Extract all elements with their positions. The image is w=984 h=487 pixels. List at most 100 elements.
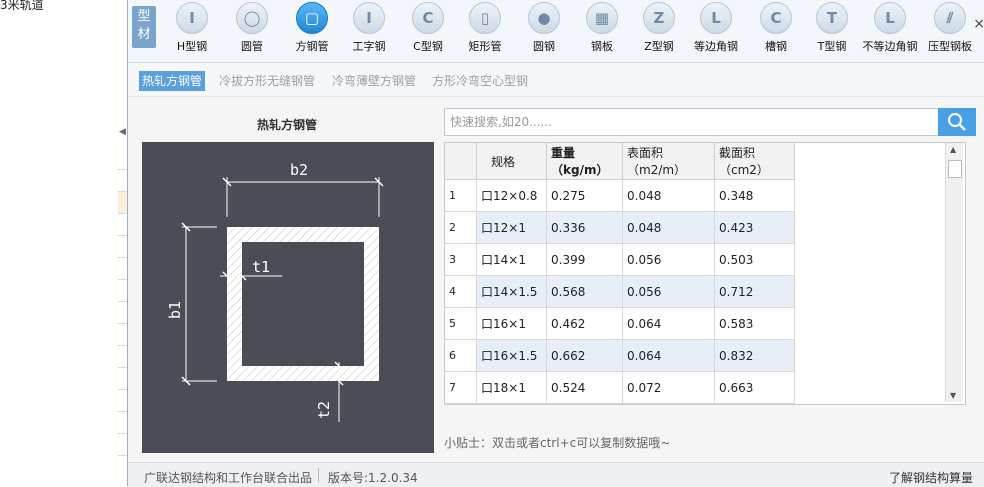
table-row[interactable]: 6 口16×1.5 0.662 0.064 0.832 bbox=[445, 339, 795, 372]
col-surface-header[interactable]: 表面积（m2/m） bbox=[622, 143, 715, 180]
table-cell[interactable]: 0.056 bbox=[622, 243, 715, 276]
table-cell[interactable]: 口12×1 bbox=[476, 211, 547, 244]
table-cell[interactable]: 0.056 bbox=[622, 275, 715, 308]
table-cell[interactable]: 0.072 bbox=[622, 403, 715, 404]
table-cell[interactable]: 0.663 bbox=[714, 371, 795, 404]
collapse-arrow-icon[interactable]: ◀ bbox=[119, 127, 126, 137]
tool-label: C型钢 bbox=[413, 40, 443, 53]
left-panel-title: 3米轨道 bbox=[0, 0, 44, 12]
table-cell[interactable]: 0.568 bbox=[546, 275, 623, 308]
footer-learn-link[interactable]: 了解钢结构算量 bbox=[889, 469, 973, 486]
close-icon[interactable]: × bbox=[973, 16, 984, 32]
table-cell[interactable]: 口18×1.5 bbox=[476, 403, 547, 404]
table-cell[interactable]: 0.712 bbox=[714, 275, 795, 308]
tool-t-section[interactable]: T T型钢 bbox=[804, 2, 860, 58]
table-cell[interactable]: 0.064 bbox=[622, 339, 715, 372]
table-row[interactable]: 2 口12×1 0.336 0.048 0.423 bbox=[445, 211, 795, 244]
unequal-angle-icon: L bbox=[874, 2, 906, 34]
table-cell[interactable]: 0.952 bbox=[714, 403, 795, 404]
channel-icon: C bbox=[760, 2, 792, 34]
table-row[interactable]: 8口18×1.50.7560.0720.952 bbox=[445, 403, 795, 404]
table-cell[interactable]: 0.462 bbox=[546, 307, 623, 340]
tool-label: 等边角钢 bbox=[694, 40, 738, 53]
table-row[interactable]: 3 口14×1 0.399 0.056 0.503 bbox=[445, 243, 795, 276]
table-cell[interactable]: 0.399 bbox=[546, 243, 623, 276]
table-cell[interactable]: 口18×1 bbox=[476, 371, 547, 404]
table-cell[interactable]: 0.275 bbox=[546, 179, 623, 212]
table-cell[interactable]: 0.048 bbox=[622, 179, 715, 212]
row-index: 7 bbox=[445, 371, 477, 404]
tool-square-pipe[interactable]: ▢ 方钢管 bbox=[284, 2, 340, 58]
table-cell[interactable]: 0.336 bbox=[546, 211, 623, 244]
tool-label: 钢板 bbox=[591, 40, 613, 53]
search-button[interactable] bbox=[938, 108, 976, 136]
row-index: 3 bbox=[445, 243, 477, 276]
tool-round-bar[interactable]: ● 圆钢 bbox=[516, 2, 572, 58]
row-index: 1 bbox=[445, 179, 477, 212]
tool-label: 槽钢 bbox=[765, 40, 787, 53]
tool-profiled-sheet[interactable]: ⫽ 压型钢板 bbox=[922, 2, 978, 58]
table-cell[interactable]: 0.583 bbox=[714, 307, 795, 340]
tool-z-section[interactable]: Z Z型钢 bbox=[631, 2, 687, 58]
table-cell[interactable]: 口16×1.5 bbox=[476, 339, 547, 372]
i-beam-icon: I bbox=[353, 2, 385, 34]
subtab-cold-drawn[interactable]: 冷拔方形无缝钢管 bbox=[216, 71, 318, 91]
table-cell[interactable]: 0.832 bbox=[714, 339, 795, 372]
row-index: 6 bbox=[445, 339, 477, 372]
round-bar-icon: ● bbox=[528, 2, 560, 34]
tool-h-beam[interactable]: I H型钢 bbox=[164, 2, 220, 58]
table-row[interactable]: 4 口14×1.5 0.568 0.056 0.712 bbox=[445, 275, 795, 308]
table-cell[interactable]: 0.423 bbox=[714, 211, 795, 244]
row-index: 4 bbox=[445, 275, 477, 308]
subtab-cold-bent-thin[interactable]: 冷弯薄壁方钢管 bbox=[329, 71, 419, 91]
subtab-bar: 热轧方钢管 冷拔方形无缝钢管 冷弯薄壁方钢管 方形冷弯空心型钢 bbox=[128, 63, 984, 97]
tool-equal-angle[interactable]: L 等边角钢 bbox=[688, 2, 744, 58]
square-pipe-drawing: b2 b1 t1 t2 bbox=[166, 161, 384, 422]
table-scrollbar[interactable]: ▲ ▼ bbox=[945, 143, 963, 402]
scroll-down-icon[interactable]: ▼ bbox=[950, 391, 956, 400]
table-cell[interactable]: 0.064 bbox=[622, 307, 715, 340]
tool-channel[interactable]: C 槽钢 bbox=[748, 2, 804, 58]
search-input[interactable] bbox=[445, 109, 932, 135]
table-cell[interactable]: 0.348 bbox=[714, 179, 795, 212]
tool-steel-plate[interactable]: ▦ 钢板 bbox=[574, 2, 630, 58]
tool-c-channel[interactable]: C C型钢 bbox=[400, 2, 456, 58]
tool-label: 矩形管 bbox=[468, 40, 502, 53]
category-badge: 型材 bbox=[132, 6, 156, 48]
table-cell[interactable]: 口12×0.8 bbox=[476, 179, 547, 212]
c-channel-icon: C bbox=[412, 2, 444, 34]
tool-label: 压型钢板 bbox=[928, 40, 972, 53]
square-pipe-icon: ▢ bbox=[296, 2, 328, 34]
table-cell[interactable]: 0.048 bbox=[622, 211, 715, 244]
scroll-thumb[interactable] bbox=[948, 160, 962, 178]
subtab-hot-rolled[interactable]: 热轧方钢管 bbox=[139, 71, 206, 91]
diagram-title: 热轧方钢管 bbox=[256, 118, 317, 132]
footer-credit: 广联达钢结构和工作台联合出品 bbox=[144, 471, 313, 485]
tool-label: 工字钢 bbox=[352, 40, 386, 53]
table-cell[interactable]: 0.662 bbox=[546, 339, 623, 372]
col-weight-header[interactable]: 重量（kg/m） bbox=[546, 143, 623, 180]
col-area-header[interactable]: 截面积（cm2） bbox=[714, 143, 795, 180]
footer-version: 版本号:1.2.0.34 bbox=[328, 471, 418, 485]
table-cell[interactable]: 口16×1 bbox=[476, 307, 547, 340]
tool-rect-pipe[interactable]: ▯ 矩形管 bbox=[457, 2, 513, 58]
table-row[interactable]: 7 口18×1 0.524 0.072 0.663 bbox=[445, 371, 795, 404]
table-cell[interactable]: 0.524 bbox=[546, 371, 623, 404]
table-cell[interactable]: 0.756 bbox=[546, 403, 623, 404]
table-cell[interactable]: 口14×1 bbox=[476, 243, 547, 276]
tool-label: Z型钢 bbox=[644, 40, 674, 53]
subtab-cold-formed-hollow[interactable]: 方形冷弯空心型钢 bbox=[429, 71, 531, 91]
tool-i-beam[interactable]: I 工字钢 bbox=[341, 2, 397, 58]
table-row[interactable]: 1 口12×0.8 0.275 0.048 0.348 bbox=[445, 179, 795, 212]
t1-label: t1 bbox=[252, 258, 270, 276]
col-spec-header[interactable]: 规格 bbox=[476, 143, 547, 180]
tool-round-pipe[interactable]: ◯ 圆管 bbox=[224, 2, 280, 58]
tool-unequal-angle[interactable]: L 不等边角钢 bbox=[862, 2, 918, 58]
table-cell[interactable]: 0.503 bbox=[714, 243, 795, 276]
scroll-up-icon[interactable]: ▲ bbox=[950, 145, 956, 154]
h-beam-icon: I bbox=[176, 2, 208, 34]
table-cell[interactable]: 口14×1.5 bbox=[476, 275, 547, 308]
round-pipe-icon: ◯ bbox=[236, 2, 268, 34]
table-row[interactable]: 5 口16×1 0.462 0.064 0.583 bbox=[445, 307, 795, 340]
table-cell[interactable]: 0.072 bbox=[622, 371, 715, 404]
